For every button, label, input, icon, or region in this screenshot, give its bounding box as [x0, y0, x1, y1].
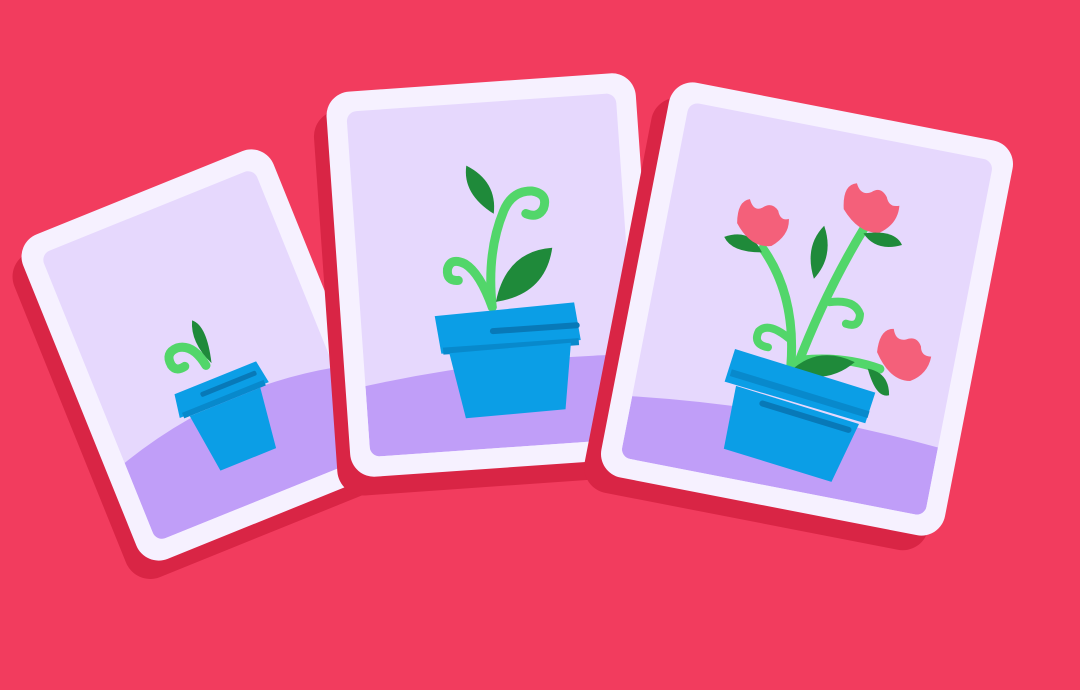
flowering-plant-in-pot-icon — [620, 183, 938, 517]
flowering-card — [579, 78, 1018, 555]
illustration-scene — [0, 0, 1080, 690]
flower-top — [843, 183, 900, 233]
card-picture — [620, 101, 994, 517]
card-frame — [596, 78, 1018, 540]
